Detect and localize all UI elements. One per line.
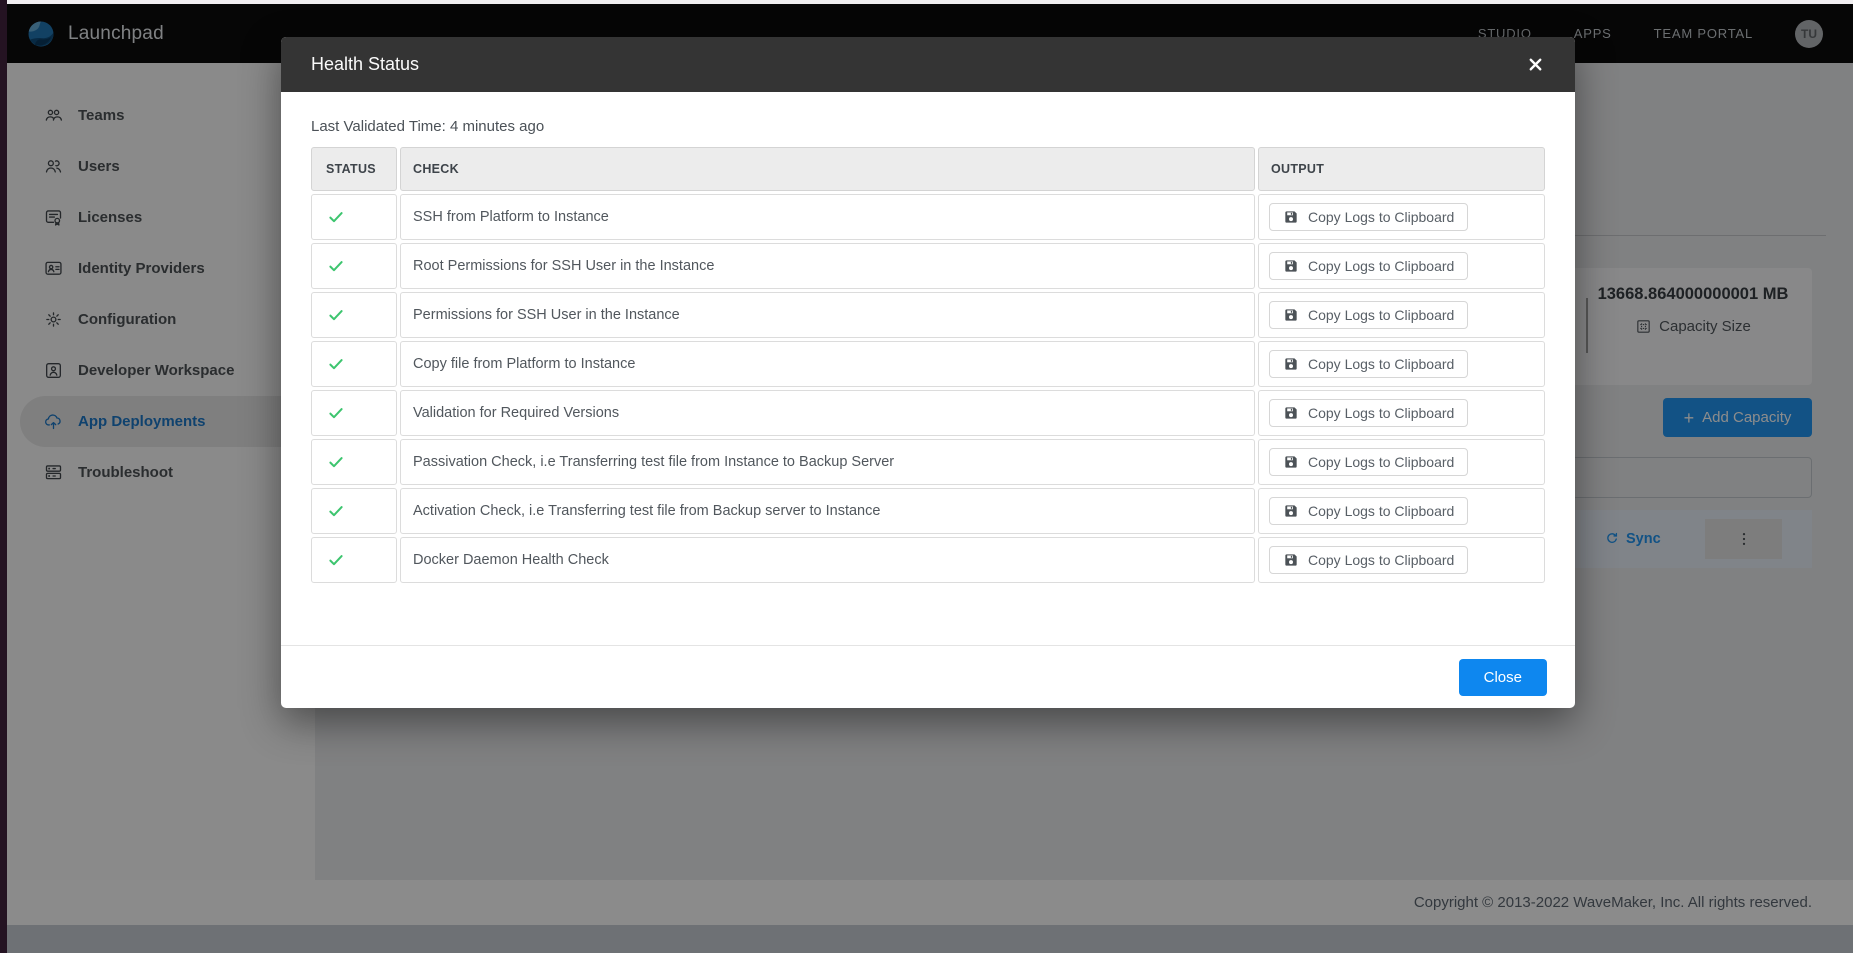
copy-logs-button[interactable]: Copy Logs to Clipboard xyxy=(1269,301,1468,329)
check-icon xyxy=(327,404,345,422)
check-description: Root Permissions for SSH User in the Ins… xyxy=(413,258,714,274)
copy-logs-label: Copy Logs to Clipboard xyxy=(1308,503,1454,519)
close-icon xyxy=(1526,55,1545,74)
output-cell: Copy Logs to Clipboard xyxy=(1258,243,1545,289)
check-description: Permissions for SSH User in the Instance xyxy=(413,307,680,323)
copy-logs-label: Copy Logs to Clipboard xyxy=(1308,258,1454,274)
app-window: Launchpad STUDIO APPS TEAM PORTAL TU Tea… xyxy=(0,0,1853,953)
copy-logs-label: Copy Logs to Clipboard xyxy=(1308,209,1454,225)
output-cell: Copy Logs to Clipboard xyxy=(1258,341,1545,387)
copy-logs-button[interactable]: Copy Logs to Clipboard xyxy=(1269,497,1468,525)
check-icon xyxy=(327,208,345,226)
copy-logs-button[interactable]: Copy Logs to Clipboard xyxy=(1269,399,1468,427)
health-checks-table: STATUSCHECKOUTPUT SSH from Platform to In… xyxy=(311,147,1545,583)
output-cell: Copy Logs to Clipboard xyxy=(1258,439,1545,485)
check-cell: Activation Check, i.e Transferring test … xyxy=(400,488,1255,534)
check-cell: SSH from Platform to Instance xyxy=(400,194,1255,240)
status-cell xyxy=(311,390,397,436)
check-icon xyxy=(327,257,345,275)
check-description: Docker Daemon Health Check xyxy=(413,552,609,568)
check-cell: Root Permissions for SSH User in the Ins… xyxy=(400,243,1255,289)
copy-logs-label: Copy Logs to Clipboard xyxy=(1308,405,1454,421)
check-cell: Permissions for SSH User in the Instance xyxy=(400,292,1255,338)
save-icon xyxy=(1283,405,1299,421)
status-cell xyxy=(311,292,397,338)
modal-title: Health Status xyxy=(311,54,419,75)
check-cell: Validation for Required Versions xyxy=(400,390,1255,436)
save-icon xyxy=(1283,454,1299,470)
output-cell: Copy Logs to Clipboard xyxy=(1258,292,1545,338)
copy-logs-label: Copy Logs to Clipboard xyxy=(1308,552,1454,568)
column-header-status: STATUS xyxy=(311,147,397,191)
check-description: Activation Check, i.e Transferring test … xyxy=(413,503,880,519)
check-description: Copy file from Platform to Instance xyxy=(413,356,635,372)
save-icon xyxy=(1283,258,1299,274)
output-cell: Copy Logs to Clipboard xyxy=(1258,194,1545,240)
check-icon xyxy=(327,551,345,569)
modal-footer: Close xyxy=(281,645,1575,708)
modal-close-button[interactable] xyxy=(1523,53,1547,77)
output-cell: Copy Logs to Clipboard xyxy=(1258,390,1545,436)
close-button[interactable]: Close xyxy=(1459,659,1547,696)
check-cell: Passivation Check, i.e Transferring test… xyxy=(400,439,1255,485)
health-status-modal: Health Status Last Validated Time: 4 min… xyxy=(281,37,1575,708)
check-icon xyxy=(327,355,345,373)
status-cell xyxy=(311,488,397,534)
check-description: Passivation Check, i.e Transferring test… xyxy=(413,454,894,470)
copy-logs-label: Copy Logs to Clipboard xyxy=(1308,454,1454,470)
column-header-check: CHECK xyxy=(400,147,1255,191)
copy-logs-button[interactable]: Copy Logs to Clipboard xyxy=(1269,350,1468,378)
output-cell: Copy Logs to Clipboard xyxy=(1258,537,1545,583)
check-icon xyxy=(327,502,345,520)
save-icon xyxy=(1283,552,1299,568)
check-cell: Copy file from Platform to Instance xyxy=(400,341,1255,387)
last-validated-time: Last Validated Time: 4 minutes ago xyxy=(311,116,1545,136)
save-icon xyxy=(1283,356,1299,372)
copy-logs-label: Copy Logs to Clipboard xyxy=(1308,356,1454,372)
status-cell xyxy=(311,341,397,387)
check-description: SSH from Platform to Instance xyxy=(413,209,609,225)
top-edge-strip xyxy=(0,0,1853,4)
copy-logs-label: Copy Logs to Clipboard xyxy=(1308,307,1454,323)
copy-logs-button[interactable]: Copy Logs to Clipboard xyxy=(1269,203,1468,231)
save-icon xyxy=(1283,503,1299,519)
status-cell xyxy=(311,194,397,240)
output-cell: Copy Logs to Clipboard xyxy=(1258,488,1545,534)
copy-logs-button[interactable]: Copy Logs to Clipboard xyxy=(1269,448,1468,476)
check-cell: Docker Daemon Health Check xyxy=(400,537,1255,583)
status-cell xyxy=(311,439,397,485)
left-edge-strip xyxy=(0,0,7,953)
copy-logs-button[interactable]: Copy Logs to Clipboard xyxy=(1269,546,1468,574)
status-cell xyxy=(311,537,397,583)
status-cell xyxy=(311,243,397,289)
column-header-output: OUTPUT xyxy=(1258,147,1545,191)
check-description: Validation for Required Versions xyxy=(413,405,619,421)
check-icon xyxy=(327,306,345,324)
check-icon xyxy=(327,453,345,471)
modal-header: Health Status xyxy=(281,37,1575,92)
save-icon xyxy=(1283,307,1299,323)
save-icon xyxy=(1283,209,1299,225)
copy-logs-button[interactable]: Copy Logs to Clipboard xyxy=(1269,252,1468,280)
